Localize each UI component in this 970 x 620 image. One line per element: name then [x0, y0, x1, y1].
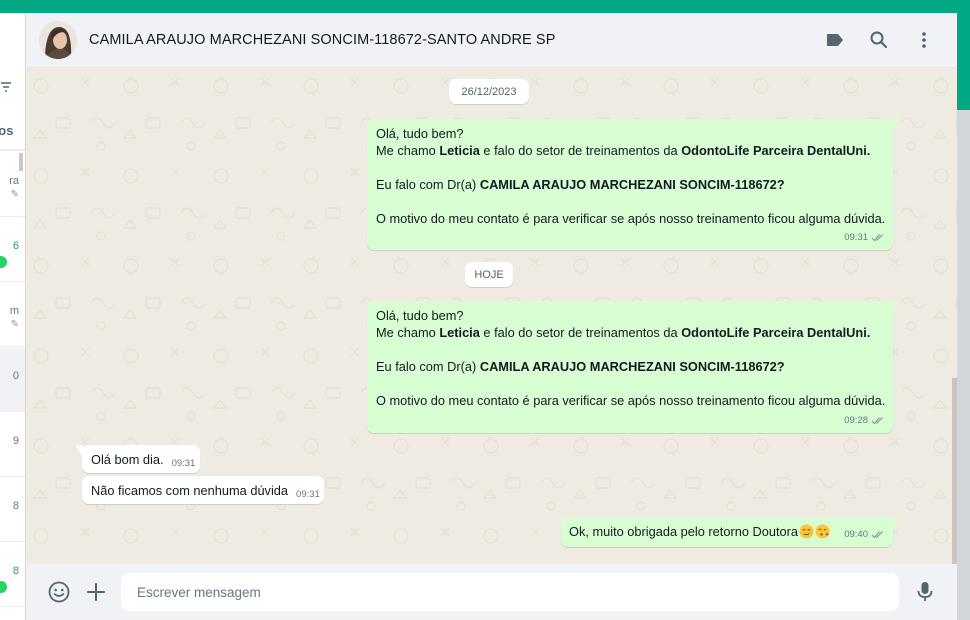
sidebar-item-meta: m [9, 305, 19, 317]
message-text: Me chamo Leticia e falo do setor de trei… [376, 143, 871, 158]
chat-list-sidebar: ntos ra ✎ 6 m ✎ 0 9 8 8 [0, 13, 26, 620]
message-text: Ok, muito obrigada pelo retorno Doutora [569, 523, 885, 540]
filter-icon[interactable] [0, 81, 14, 95]
outgoing-message[interactable]: Olá, tudo bem? Me chamo Leticia e falo d… [367, 119, 900, 250]
face-blowing-kiss-emoji-icon [815, 524, 830, 539]
message-time: 09:31 [171, 458, 196, 469]
message-time: 09:31 [296, 489, 320, 500]
sidebar-item-meta: ra [9, 175, 19, 187]
sidebar-item-meta: 6 [12, 240, 19, 252]
message-text: O motivo do meu contato é para verificar… [376, 211, 886, 226]
message-meta: 09:40 [844, 526, 885, 543]
sidebar-item-meta: 8 [12, 565, 19, 577]
conversation-panel[interactable]: 26/12/2023 Olá, tudo bem? Me chamo Letic… [26, 68, 957, 564]
sidebar-item-meta: 8 [12, 500, 19, 512]
bubble-tail [892, 119, 900, 131]
sidebar-chat-item[interactable]: ra ✎ [0, 153, 25, 217]
message-text: Eu falo com Dr(a) CAMILA ARAUJO MARCHEZA… [376, 359, 785, 374]
microphone-icon[interactable] [912, 579, 938, 605]
message-text: Eu falo com Dr(a) CAMILA ARAUJO MARCHEZA… [376, 177, 785, 192]
sidebar-chat-item[interactable]: 9 [0, 413, 25, 477]
sidebar-item-meta: 9 [12, 435, 19, 447]
search-icon[interactable] [867, 28, 891, 52]
composer [26, 564, 957, 620]
menu-icon[interactable] [912, 28, 936, 52]
outgoing-message[interactable]: Ok, muito obrigada pelo retorno Doutora … [561, 517, 900, 547]
incoming-message[interactable]: Olá bom dia. 09:31 [75, 445, 200, 473]
date-divider: HOJE [465, 262, 513, 287]
bubble-tail [892, 301, 900, 313]
message-meta: 09:31 [844, 229, 885, 246]
message-text: Olá bom dia. 09:31 [91, 452, 196, 469]
pin-icon: ✎ [10, 189, 19, 200]
message-time: 09:28 [844, 415, 868, 426]
attach-plus-icon[interactable] [83, 579, 109, 605]
message-meta: 09:28 [844, 412, 885, 429]
message-text: Me chamo Leticia e falo do setor de trei… [376, 325, 871, 340]
emoji-icon[interactable] [46, 579, 72, 605]
double-check-icon [871, 530, 885, 539]
sidebar-tab-divider [0, 149, 25, 151]
pin-icon: ✎ [10, 319, 19, 330]
label-icon[interactable] [823, 28, 847, 52]
double-check-icon [871, 233, 885, 242]
contact-name[interactable]: CAMILA ARAUJO MARCHEZANI SONCIM-118672-S… [89, 32, 555, 48]
double-check-icon [871, 416, 885, 425]
bubble-tail [75, 445, 83, 457]
outgoing-message[interactable]: Olá, tudo bem? Me chamo Leticia e falo d… [367, 301, 900, 433]
sidebar-chat-item-active[interactable]: 0 [0, 348, 25, 412]
app-top-strip [0, 0, 970, 13]
conversation-scrollbar[interactable] [952, 378, 957, 564]
message-text: Olá, tudo bem? [376, 308, 464, 323]
unread-badge [0, 256, 7, 268]
sidebar-chat-item[interactable]: m ✎ [0, 283, 25, 347]
message-input[interactable] [121, 573, 899, 611]
contact-avatar[interactable] [39, 21, 77, 59]
sidebar-item-meta: 0 [12, 370, 19, 382]
sidebar-chat-item[interactable]: 6 [0, 218, 25, 282]
bubble-tail [892, 517, 900, 529]
sidebar-chat-item[interactable]: 8 [0, 543, 25, 607]
unread-badge [0, 581, 7, 593]
message-time: 09:40 [844, 529, 868, 540]
message-text: O motivo do meu contato é para verificar… [376, 393, 886, 408]
message-text: Não ficamos com nenhuma dúvida 09:31 [91, 483, 320, 500]
chat-header: CAMILA ARAUJO MARCHEZANI SONCIM-118672-S… [26, 13, 957, 68]
incoming-message[interactable]: Não ficamos com nenhuma dúvida 09:31 [82, 476, 324, 504]
date-divider: 26/12/2023 [449, 79, 529, 104]
app-right-gap [957, 110, 970, 620]
message-text: Olá, tudo bem? [376, 126, 464, 141]
message-time: 09:31 [844, 232, 868, 243]
sidebar-tab-label[interactable]: ntos [0, 123, 13, 138]
sidebar-chat-item[interactable]: 8 [0, 478, 25, 542]
app-right-strip [957, 13, 970, 110]
smirking-face-emoji-icon [799, 524, 814, 539]
